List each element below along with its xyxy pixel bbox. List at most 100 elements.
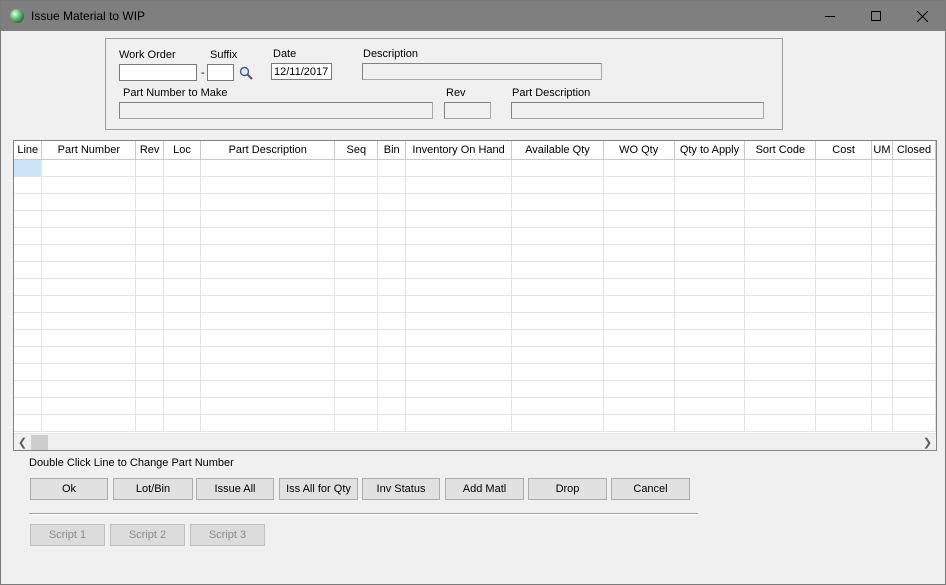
grid-cell[interactable] [603, 278, 675, 296]
grid-cell[interactable] [41, 193, 137, 211]
grid-cell[interactable] [674, 329, 746, 347]
grid-cell[interactable] [163, 159, 201, 177]
grid-cell[interactable] [334, 261, 379, 279]
grid-cell[interactable] [377, 210, 407, 228]
grid-cell[interactable] [377, 159, 407, 177]
grid-cell[interactable] [511, 227, 604, 245]
grid-cell[interactable] [334, 414, 379, 432]
grid-cell[interactable] [135, 261, 165, 279]
grid-cell[interactable] [200, 380, 336, 398]
grid-cell[interactable] [815, 261, 872, 279]
grid-cell[interactable] [14, 414, 43, 432]
grid-cell[interactable] [511, 312, 604, 330]
grid-cell[interactable] [871, 176, 893, 194]
grid-cell[interactable] [41, 295, 137, 313]
grid-cell[interactable] [135, 312, 165, 330]
column-header[interactable]: WO Qty [603, 141, 675, 160]
grid-cell[interactable] [14, 312, 43, 330]
grid-cell[interactable] [815, 193, 872, 211]
grid-cell[interactable] [163, 176, 201, 194]
grid-cell[interactable] [603, 295, 675, 313]
add-matl-button[interactable]: Add Matl [445, 478, 524, 500]
grid-cell[interactable] [14, 244, 43, 262]
grid-cell[interactable] [14, 261, 43, 279]
grid-cell[interactable] [334, 312, 379, 330]
grid-cell[interactable] [377, 227, 407, 245]
grid-cell[interactable] [405, 346, 513, 364]
grid-cell[interactable] [135, 210, 165, 228]
column-header[interactable]: Qty to Apply [674, 141, 746, 160]
table-row[interactable] [14, 380, 936, 398]
grid-cell[interactable] [892, 329, 936, 347]
table-row[interactable] [14, 244, 936, 262]
grid-cell[interactable] [135, 295, 165, 313]
grid-cell[interactable] [334, 346, 379, 364]
grid-cell[interactable] [200, 227, 336, 245]
grid-cell[interactable] [334, 244, 379, 262]
grid-cell[interactable] [405, 193, 513, 211]
title-bar[interactable]: Issue Material to WIP [1, 1, 945, 31]
table-row[interactable] [14, 329, 936, 347]
grid-cell[interactable] [135, 363, 165, 381]
grid-cell[interactable] [871, 346, 893, 364]
grid-cell[interactable] [163, 346, 201, 364]
grid-cell[interactable] [815, 380, 872, 398]
grid-cell[interactable] [14, 227, 43, 245]
grid-cell[interactable] [135, 380, 165, 398]
grid-cell[interactable] [14, 363, 43, 381]
grid-cell[interactable] [163, 227, 201, 245]
grid-cell[interactable] [41, 346, 137, 364]
grid-cell[interactable] [334, 397, 379, 415]
grid-cell[interactable] [674, 176, 746, 194]
grid-cell[interactable] [14, 397, 43, 415]
grid-cell[interactable] [41, 227, 137, 245]
grid-cell[interactable] [892, 397, 936, 415]
grid-cell[interactable] [511, 414, 604, 432]
table-row[interactable] [14, 295, 936, 313]
grid-cell[interactable] [603, 380, 675, 398]
grid-cell[interactable] [135, 278, 165, 296]
grid-cell[interactable] [41, 414, 137, 432]
date-field[interactable] [271, 63, 332, 80]
grid-cell[interactable] [603, 210, 675, 228]
grid-cell[interactable] [674, 159, 746, 177]
column-header[interactable]: Closed [892, 141, 936, 160]
grid-cell[interactable] [744, 380, 817, 398]
grid-cell[interactable] [892, 244, 936, 262]
grid-cell[interactable] [815, 414, 872, 432]
grid-cell[interactable] [377, 261, 407, 279]
script-2-button[interactable]: Script 2 [110, 524, 185, 546]
table-row[interactable] [14, 210, 936, 228]
column-header[interactable]: Line [14, 141, 43, 160]
table-row[interactable] [14, 346, 936, 364]
grid-cell[interactable] [200, 278, 336, 296]
grid-cell[interactable] [892, 346, 936, 364]
inv-status-button[interactable]: Inv Status [362, 478, 440, 500]
grid-cell[interactable] [135, 159, 165, 177]
grid-cell[interactable] [892, 295, 936, 313]
grid-cell[interactable] [892, 312, 936, 330]
grid-cell[interactable] [200, 159, 336, 177]
grid-cell[interactable] [334, 193, 379, 211]
grid-cell[interactable] [405, 210, 513, 228]
grid-cell[interactable] [871, 210, 893, 228]
grid-cell[interactable] [14, 295, 43, 313]
grid-cell[interactable] [41, 363, 137, 381]
grid-cell[interactable] [511, 210, 604, 228]
grid-cell[interactable] [334, 227, 379, 245]
grid-cell[interactable] [41, 159, 137, 177]
drop-button[interactable]: Drop [528, 478, 607, 500]
grid-cell[interactable] [377, 414, 407, 432]
grid-cell[interactable] [334, 295, 379, 313]
grid-cell[interactable] [334, 210, 379, 228]
scrollbar-thumb[interactable] [31, 435, 48, 450]
grid-cell[interactable] [674, 193, 746, 211]
grid-cell[interactable] [14, 380, 43, 398]
grid-cell[interactable] [334, 278, 379, 296]
grid-cell[interactable] [405, 312, 513, 330]
grid-cell[interactable] [135, 244, 165, 262]
grid-cell[interactable] [892, 414, 936, 432]
grid-cell[interactable] [871, 261, 893, 279]
grid-cell[interactable] [41, 329, 137, 347]
grid-cell[interactable] [163, 244, 201, 262]
